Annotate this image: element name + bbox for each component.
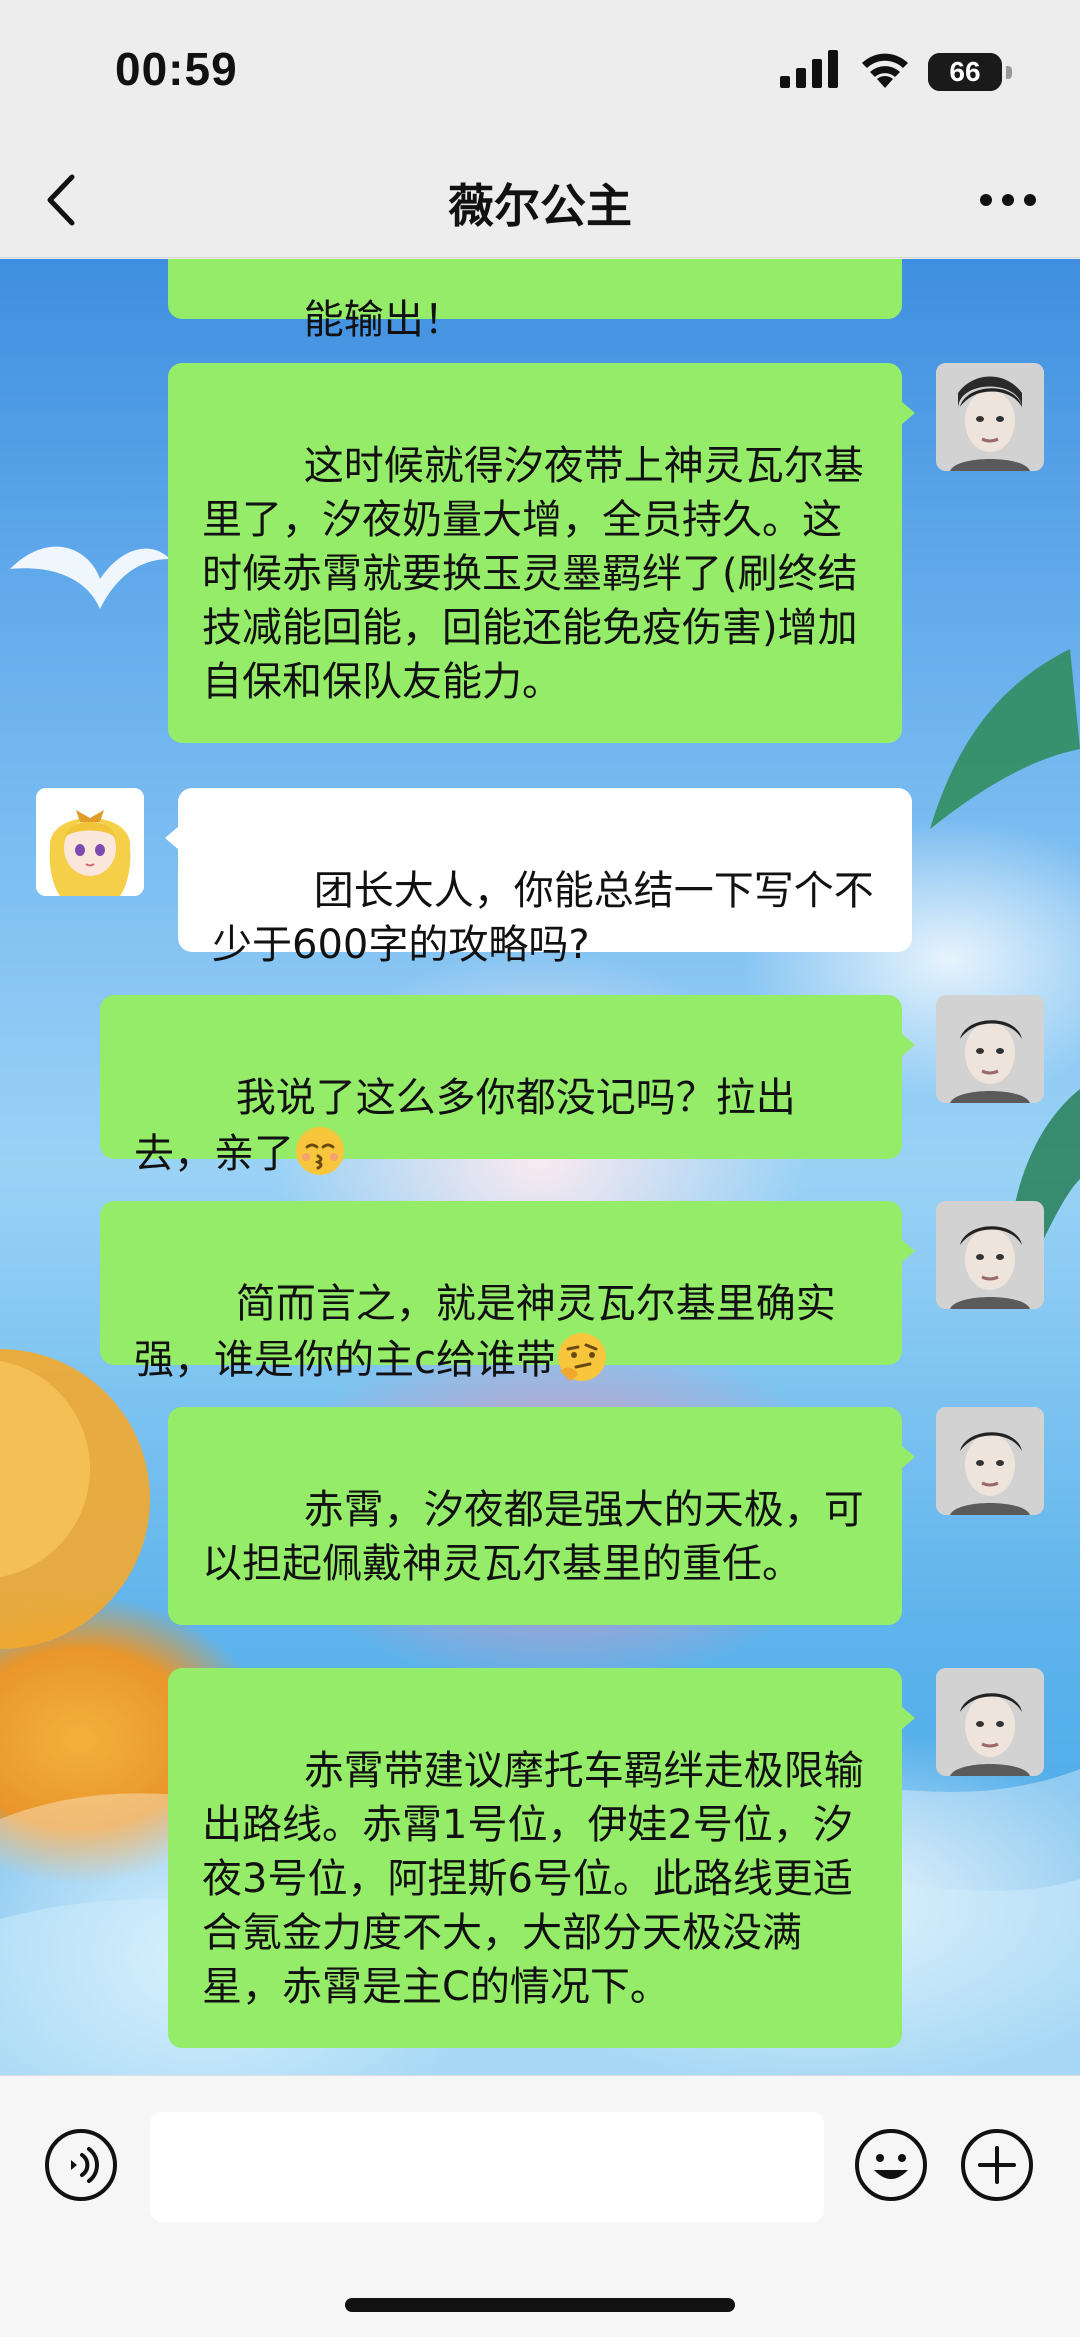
- my-avatar[interactable]: [936, 1407, 1044, 1515]
- avatar-portrait-icon: [936, 363, 1044, 471]
- message-text: 我说了这么多你都没记吗？拉出去，亲了: [134, 1075, 796, 1177]
- wallpaper-palm-leaf: [930, 649, 1080, 829]
- contact-avatar[interactable]: [36, 788, 144, 896]
- avatar-portrait-icon: [936, 1668, 1044, 1776]
- my-avatar[interactable]: [936, 1668, 1044, 1776]
- avatar-portrait-icon: [936, 995, 1044, 1103]
- status-time: 00:59: [115, 43, 238, 95]
- message-text-input[interactable]: [150, 2112, 824, 2222]
- my-avatar[interactable]: [936, 1201, 1044, 1309]
- my-message-bubble[interactable]: 简而言之，就是神灵瓦尔基里确实强，谁是你的主c给谁带: [100, 1201, 902, 1383]
- status-bar: 00:59 66: [0, 0, 1080, 140]
- my-message-bubble[interactable]: 能输出！: [168, 259, 902, 343]
- home-indicator[interactable]: [345, 2298, 735, 2312]
- my-message-bubble[interactable]: 这时候就得汐夜带上神灵瓦尔基里了，汐夜奶量大增，全员持久。这时候赤霄就要换玉灵墨…: [168, 363, 902, 743]
- battery-icon: 66: [928, 53, 1012, 91]
- contact-message-bubble[interactable]: 团长大人，你能总结一下写个不少于600字的攻略吗?: [178, 788, 912, 968]
- message-text: 简而言之，就是神灵瓦尔基里确实强，谁是你的主c给谁带: [134, 1281, 836, 1383]
- message-text: 团长大人，你能总结一下写个不少于600字的攻略吗?: [212, 868, 874, 968]
- wifi-icon: [862, 53, 908, 88]
- my-avatar[interactable]: [936, 995, 1044, 1103]
- my-message-bubble[interactable]: 我说了这么多你都没记吗？拉出去，亲了: [100, 995, 902, 1177]
- emoji-picker-icon[interactable]: [854, 2128, 928, 2202]
- battery-level: 66: [949, 56, 981, 87]
- my-avatar[interactable]: [936, 363, 1044, 471]
- message-text: 能输出！: [303, 297, 464, 343]
- my-message-bubble[interactable]: 赤霄，汐夜都是强大的天极，可以担起佩戴神灵瓦尔基里的重任。: [168, 1407, 902, 1625]
- chat-message-area[interactable]: 能输出！ 这时候就得汐夜带上神灵瓦尔基里了，汐夜奶量大增，全员持久。这时候赤霄就…: [0, 259, 1080, 2075]
- voice-input-icon[interactable]: [44, 2128, 118, 2202]
- wallpaper-seagull: [10, 546, 170, 609]
- avatar-portrait-icon: [936, 1201, 1044, 1309]
- avatar-portrait-icon: [36, 788, 144, 896]
- kissing-face-emoji-icon: [296, 1127, 344, 1175]
- more-functions-plus-icon[interactable]: [960, 2128, 1034, 2202]
- message-text: 赤霄，汐夜都是强大的天极，可以担起佩戴神灵瓦尔基里的重任。: [202, 1487, 864, 1587]
- cellular-signal-icon: [780, 50, 838, 88]
- wechat-chat-screen: 00:59 66 薇尔公主 能输出！ 这时候就得汐夜带上神灵瓦尔基里了，汐夜奶量…: [0, 0, 1080, 2337]
- my-message-bubble[interactable]: 赤霄带建议摩托车羁绊走极限输出路线。赤霄1号位，伊娃2号位，汐夜3号位，阿捏斯6…: [168, 1668, 902, 2048]
- avatar-portrait-icon: [936, 1407, 1044, 1515]
- thinking-face-emoji-icon: [558, 1333, 606, 1381]
- message-text: 这时候就得汐夜带上神灵瓦尔基里了，汐夜奶量大增，全员持久。这时候赤霄就要换玉灵墨…: [202, 443, 864, 705]
- more-options-icon[interactable]: [978, 192, 1038, 208]
- chat-title: 薇尔公主: [448, 179, 632, 233]
- message-text: 赤霄带建议摩托车羁绊走极限输出路线。赤霄1号位，伊娃2号位，汐夜3号位，阿捏斯6…: [202, 1748, 864, 2010]
- chat-header: 薇尔公主: [0, 140, 1080, 258]
